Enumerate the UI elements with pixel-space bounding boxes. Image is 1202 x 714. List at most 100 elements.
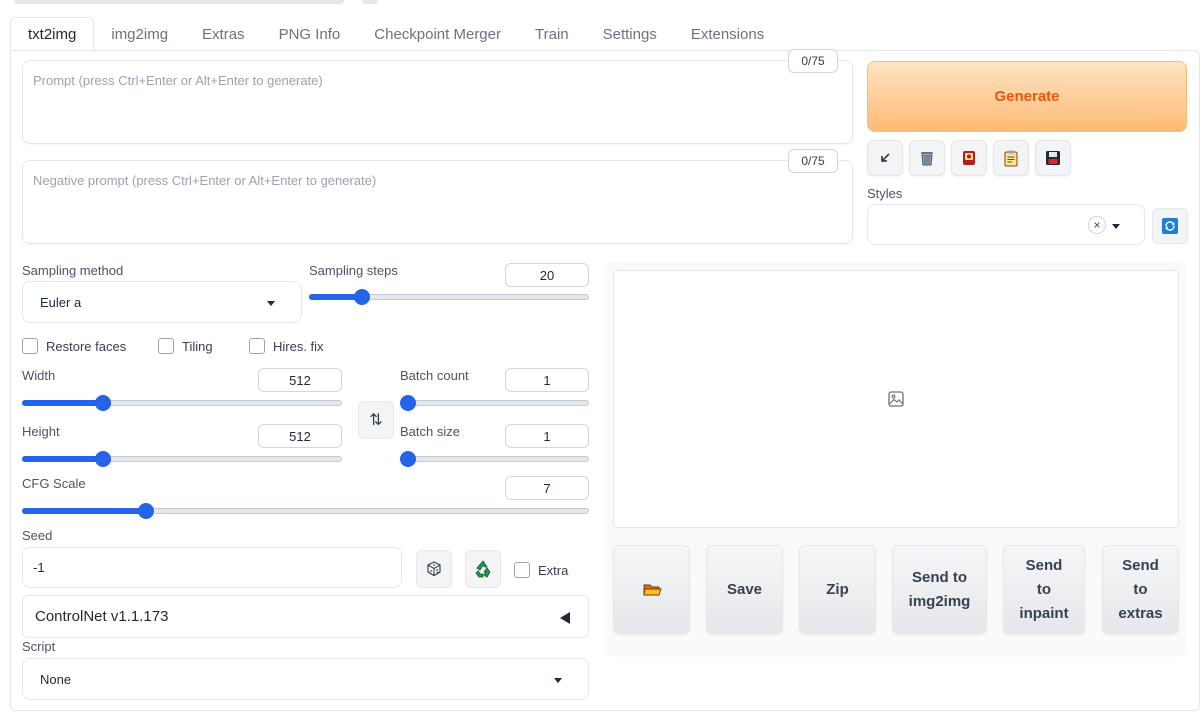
sampling-method-select[interactable]: Euler a [22, 281, 302, 323]
send-to-inpaint-line-3: inpaint [1019, 604, 1069, 622]
send-to-img2img-line-2: img2img [908, 592, 971, 610]
script-select[interactable]: None [22, 658, 589, 700]
cfg-scale-input[interactable]: 7 [505, 476, 589, 500]
prompt-box: 0/75 [22, 49, 853, 144]
tab-settings[interactable]: Settings [586, 17, 674, 51]
slider-track [400, 456, 589, 462]
checkbox-box[interactable] [514, 562, 530, 578]
apply-style-button[interactable] [993, 140, 1029, 176]
slider-thumb[interactable] [353, 289, 370, 305]
chevron-down-icon [1112, 224, 1120, 229]
sampling-steps-label: Sampling steps [309, 263, 398, 278]
refresh-styles-button[interactable] [1152, 208, 1188, 244]
save-style-button[interactable] [1035, 140, 1071, 176]
send-to-extras-button[interactable]: Send to extras [1102, 545, 1179, 634]
open-folder-button[interactable] [613, 545, 690, 634]
reuse-seed-button[interactable] [465, 550, 501, 588]
recycle-icon [475, 560, 491, 578]
negative-prompt-input[interactable] [23, 161, 852, 243]
seed-input[interactable]: -1 [22, 547, 402, 588]
tab-txt2img[interactable]: txt2img [10, 17, 95, 51]
slider-track [400, 400, 589, 406]
batch-size-label: Batch size [400, 424, 460, 439]
generate-button[interactable]: Generate [867, 61, 1187, 132]
width-input[interactable]: 512 [258, 368, 342, 392]
collapse-triangle-icon [560, 612, 570, 624]
restore-faces-label: Restore faces [46, 338, 127, 354]
slider-fill [22, 400, 103, 406]
image-placeholder-icon [888, 391, 904, 407]
prompt-input[interactable] [23, 61, 852, 143]
height-slider[interactable] [22, 451, 342, 467]
sampling-steps-slider[interactable] [309, 289, 589, 305]
sampling-method-value: Euler a [40, 294, 82, 310]
tab-checkpoint-merger[interactable]: Checkpoint Merger [357, 17, 518, 51]
batch-size-slider[interactable] [400, 451, 589, 467]
styles-select[interactable]: × [867, 204, 1145, 245]
checkbox-box[interactable] [22, 338, 38, 354]
save-button-label: Save [726, 580, 763, 598]
dice-icon [427, 561, 441, 577]
width-slider[interactable] [22, 395, 342, 411]
styles-label: Styles [867, 186, 903, 201]
batch-count-input[interactable]: 1 [505, 368, 589, 392]
width-label: Width [22, 368, 56, 383]
batch-size-input[interactable]: 1 [505, 424, 589, 448]
hires-fix-label: Hires. fix [273, 338, 324, 354]
slider-thumb[interactable] [94, 395, 111, 411]
tab-img2img[interactable]: img2img [94, 17, 185, 51]
send-to-img2img-button[interactable]: Send to img2img [892, 545, 987, 634]
send-to-extras-line-1: Send [1122, 556, 1159, 574]
sampling-steps-input[interactable]: 20 [505, 263, 589, 287]
checkbox-box[interactable] [249, 338, 265, 354]
send-to-inpaint-button[interactable]: Send to inpaint [1003, 545, 1085, 634]
extra-networks-button[interactable] [951, 140, 987, 176]
clear-styles-icon[interactable]: × [1088, 216, 1106, 234]
tiling-checkbox[interactable]: Tiling [158, 338, 213, 354]
controlnet-title: ControlNet v1.1.173 [35, 608, 169, 625]
random-seed-button[interactable] [416, 550, 452, 588]
read-params-button[interactable] [867, 140, 903, 176]
send-to-inpaint-line-1: Send [1025, 556, 1063, 574]
script-label: Script [22, 639, 56, 654]
controlnet-accordion[interactable]: ControlNet v1.1.173 [22, 595, 589, 638]
slider-thumb[interactable] [400, 451, 416, 467]
tab-bar: txt2img img2img Extras PNG Info Checkpoi… [10, 17, 1202, 51]
tab-extras[interactable]: Extras [185, 17, 262, 51]
slider-thumb[interactable] [94, 451, 111, 467]
clear-prompt-button[interactable] [909, 140, 945, 176]
tab-png-info[interactable]: PNG Info [262, 17, 358, 51]
tab-train[interactable]: Train [518, 17, 586, 51]
top-bar-stub-2 [362, 0, 378, 4]
refresh-icon [1162, 218, 1178, 234]
hires-fix-checkbox[interactable]: Hires. fix [249, 338, 324, 354]
checkbox-box[interactable] [158, 338, 174, 354]
slider-thumb[interactable] [400, 395, 416, 411]
slider-fill [22, 508, 146, 514]
save-button[interactable]: Save [706, 545, 783, 634]
slider-fill [22, 456, 103, 462]
send-to-extras-line-3: extras [1118, 604, 1163, 622]
prompt-token-counter: 0/75 [788, 49, 838, 73]
chevron-down-icon [554, 678, 562, 683]
cfg-scale-slider[interactable] [22, 503, 589, 519]
tiling-label: Tiling [182, 338, 213, 354]
zip-button-label: Zip [826, 580, 849, 598]
chevron-down-icon [267, 301, 275, 306]
floppy-icon [1046, 151, 1060, 165]
negative-prompt-box: 0/75 [22, 149, 853, 244]
batch-count-slider[interactable] [400, 395, 589, 411]
swap-dimensions-button[interactable]: ⇅ [358, 401, 394, 439]
restore-faces-checkbox[interactable]: Restore faces [22, 338, 126, 354]
tab-extensions[interactable]: Extensions [674, 17, 781, 51]
sampling-method-label: Sampling method [22, 263, 124, 278]
slider-thumb[interactable] [137, 503, 154, 519]
trash-icon [921, 152, 933, 166]
swap-icon: ⇅ [369, 412, 383, 429]
cfg-scale-label: CFG Scale [22, 476, 86, 491]
height-input[interactable]: 512 [258, 424, 342, 448]
seed-label: Seed [22, 528, 53, 543]
zip-button[interactable]: Zip [799, 545, 876, 634]
batch-count-label: Batch count [400, 368, 469, 383]
seed-extra-checkbox[interactable]: Extra [514, 562, 568, 578]
